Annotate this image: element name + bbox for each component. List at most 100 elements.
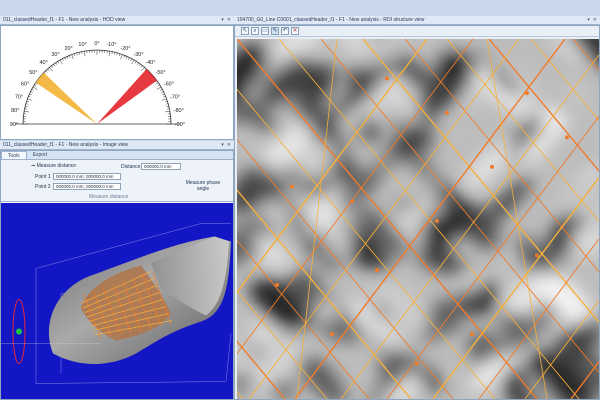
dial-label-right: -50°: [156, 70, 166, 76]
dial-tick: [55, 62, 58, 65]
trace-node[interactable]: [470, 332, 474, 337]
dial-tick: [51, 65, 54, 68]
distance-field[interactable]: 000000.0 mm: [141, 163, 181, 170]
dial-tick: [157, 84, 160, 87]
close-icon[interactable]: ✕: [227, 17, 231, 23]
dial-label-left: 90°: [10, 122, 18, 128]
dial-tick: [134, 61, 137, 64]
trace-node[interactable]: [385, 76, 389, 81]
dial-label-left: 60°: [21, 82, 29, 88]
trace-node[interactable]: [525, 91, 529, 96]
dial-tick: [27, 98, 33, 101]
point2-field[interactable]: 000000.0 mm; 000000.0 mm: [53, 183, 121, 190]
ribbon-group-label: Measure distance: [89, 194, 129, 200]
hod-dial: 0° 10° 20° 30° 40°50°60° 70° 80° 90° -10° -20°-30…: [10, 41, 185, 128]
dial-tick: [66, 56, 69, 59]
dial-label-right: -90°: [175, 122, 185, 128]
dial-tick: [28, 96, 31, 98]
dial-label-right: -60°: [164, 82, 174, 88]
select-icon[interactable]: ▭: [261, 27, 269, 35]
trace-node[interactable]: [565, 135, 569, 140]
dial-tick: [131, 59, 135, 65]
trace-node[interactable]: [490, 164, 494, 169]
pin-icon[interactable]: ▾: [587, 17, 590, 23]
roi-structure-image[interactable]: [237, 39, 599, 399]
point2-label: Point 2: [35, 184, 51, 190]
dial-tick: [156, 82, 159, 85]
dial-tick: [160, 89, 163, 91]
dial-label-right: -20°: [120, 46, 130, 52]
tab-tools[interactable]: Tools: [1, 151, 27, 159]
zoom-icon[interactable]: ⌕: [251, 27, 259, 35]
measure-distance-label: Measure distance: [36, 163, 77, 169]
point1-label: Point 1: [35, 174, 51, 180]
roi-view-title: 104700_G0_Line C0001_classedHeader_f1 - …: [237, 17, 425, 23]
pin-icon[interactable]: ▾: [221, 142, 224, 148]
dial-tick: [123, 55, 125, 58]
measure-distance-button[interactable]: ➟ Measure distance: [31, 163, 76, 169]
trace-node[interactable]: [350, 199, 354, 204]
point1-field[interactable]: 000000.0 mm; 000000.0 mm: [53, 173, 121, 180]
dial-tick: [81, 51, 83, 55]
dial-tick: [162, 93, 165, 96]
mark-icon[interactable]: ✎: [271, 27, 279, 35]
tab-export[interactable]: Export: [27, 151, 53, 159]
dial-tick: [140, 65, 143, 68]
box-edge: [35, 381, 227, 384]
trace-node[interactable]: [330, 332, 334, 337]
hod-view-titlebar[interactable]: 011_classedHeader_f1 - F1 - New analysis…: [0, 16, 234, 25]
trace-node[interactable]: [375, 268, 379, 273]
dial-tick: [128, 57, 130, 60]
dial-tick: [138, 63, 141, 67]
dial-tick: [59, 59, 63, 65]
rotation-gizmo[interactable]: [12, 299, 26, 364]
3d-image-view[interactable]: [1, 203, 234, 400]
dial-label-left: 40°: [39, 60, 47, 66]
dial-label-0: 0°: [94, 41, 99, 47]
dial-tick: [141, 67, 145, 72]
dial-label-left: 50°: [29, 70, 37, 76]
undo-icon[interactable]: ↶: [281, 27, 289, 35]
close-icon[interactable]: ✕: [593, 17, 597, 23]
dial-tick: [164, 110, 170, 113]
dial-label-left: 20°: [64, 46, 72, 52]
dial-tick: [166, 105, 169, 107]
red-sector: [97, 69, 157, 124]
roi-view-titlebar[interactable]: 104700_G0_Line C0001_classedHeader_f1 - …: [234, 16, 600, 25]
dial-tick: [32, 86, 38, 90]
measure-angle-button[interactable]: Measure phase angle: [181, 180, 225, 192]
image-view-titlebar[interactable]: 011_classedHeader_f1 - F1 - New analysis…: [0, 141, 234, 150]
dial-tick: [69, 55, 71, 58]
box-edge: [225, 333, 232, 382]
dial-tick: [165, 103, 169, 105]
dial-tick: [125, 56, 128, 59]
dial-tick: [49, 67, 53, 72]
trace-node[interactable]: [435, 219, 439, 223]
dial-tick: [62, 58, 64, 61]
dial-tick: [83, 51, 86, 57]
dial-tick: [64, 57, 66, 60]
dial-tick: [24, 108, 28, 110]
dial-tick: [25, 103, 29, 105]
trace-node[interactable]: [415, 361, 419, 366]
trace-node[interactable]: [535, 253, 539, 258]
delete-icon[interactable]: ✕: [291, 27, 299, 35]
dial-label-right: -30°: [133, 52, 143, 58]
pin-icon[interactable]: ▾: [221, 17, 224, 23]
dial-tick: [26, 100, 30, 103]
dial-tick: [76, 52, 78, 56]
distance-label: Distance: [121, 164, 141, 170]
close-icon[interactable]: ✕: [227, 142, 231, 148]
dial-label-right: -40°: [145, 60, 155, 66]
trace-node[interactable]: [275, 282, 279, 287]
pointer-icon[interactable]: ↖: [241, 27, 249, 35]
dial-label-left: 80°: [11, 108, 19, 114]
trace-node[interactable]: [445, 110, 449, 115]
dial-tick: [57, 61, 60, 64]
dial-tick: [156, 86, 162, 90]
dial-tick: [163, 96, 166, 98]
trace-node[interactable]: [290, 184, 294, 189]
dial-tick: [25, 105, 28, 107]
dial-tick: [161, 91, 164, 93]
dial-tick: [31, 89, 34, 91]
